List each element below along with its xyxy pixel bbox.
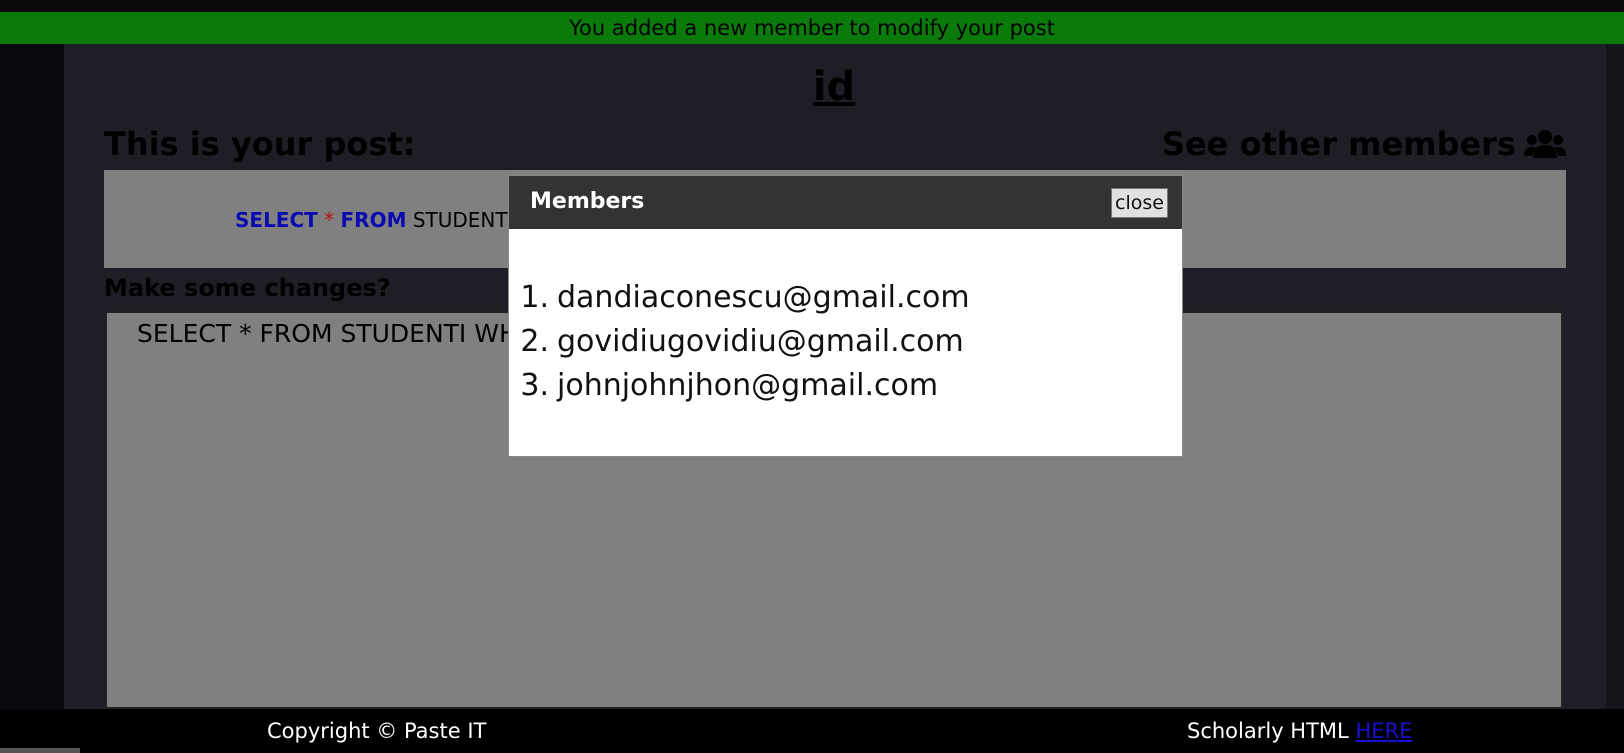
list-number: 3. — [520, 368, 549, 403]
changes-heading: Make some changes? — [104, 274, 391, 302]
list-number: 2. — [520, 324, 549, 359]
scholarly-text: Scholarly HTML — [1187, 719, 1349, 743]
member-email: govidiugovidiu@gmail.com — [557, 324, 964, 359]
member-list: 1. dandiaconescu@gmail.com 2. govidiugovid… — [509, 276, 970, 408]
member-email: dandiaconescu@gmail.com — [557, 280, 970, 315]
list-item: 3. johnjohnjhon@gmail.com — [509, 364, 970, 408]
member-email: johnjohnjhon@gmail.com — [557, 368, 939, 403]
sql-identifier: STUDENTI — [412, 208, 514, 232]
modal-header: Members close — [509, 176, 1182, 229]
see-members-button[interactable]: See other members — [1162, 125, 1566, 163]
users-icon — [1524, 128, 1566, 160]
sql-star: * — [324, 208, 335, 232]
here-link[interactable]: HERE — [1355, 719, 1412, 743]
footer: Copyright © Paste IT Scholarly HTML HERE — [0, 709, 1624, 753]
notification-banner: You added a new member to modify your po… — [0, 12, 1624, 44]
see-members-label: See other members — [1161, 125, 1516, 163]
right-gutter — [1606, 44, 1624, 709]
left-gutter — [0, 44, 64, 709]
list-item: 2. govidiugovidiu@gmail.com — [509, 320, 970, 364]
modal-title: Members — [530, 189, 645, 214]
close-button[interactable]: close — [1111, 188, 1168, 218]
horizontal-scrollbar[interactable] — [0, 748, 80, 753]
top-strip — [0, 0, 1624, 12]
post-title: id — [812, 64, 856, 110]
your-post-heading: This is your post: — [104, 125, 416, 163]
members-modal: Members close 1. dandiaconescu@gmail.com … — [508, 175, 1183, 457]
sql-keyword: SELECT — [235, 208, 318, 232]
scholarly-html-note: Scholarly HTML HERE — [1187, 719, 1412, 743]
code-line: SELECT * FROM STUDENTI W — [235, 208, 542, 232]
sql-keyword: FROM — [340, 208, 407, 232]
list-item: 1. dandiaconescu@gmail.com — [509, 276, 970, 320]
copyright-text: Copyright © Paste IT — [267, 719, 487, 743]
list-number: 1. — [520, 280, 549, 315]
